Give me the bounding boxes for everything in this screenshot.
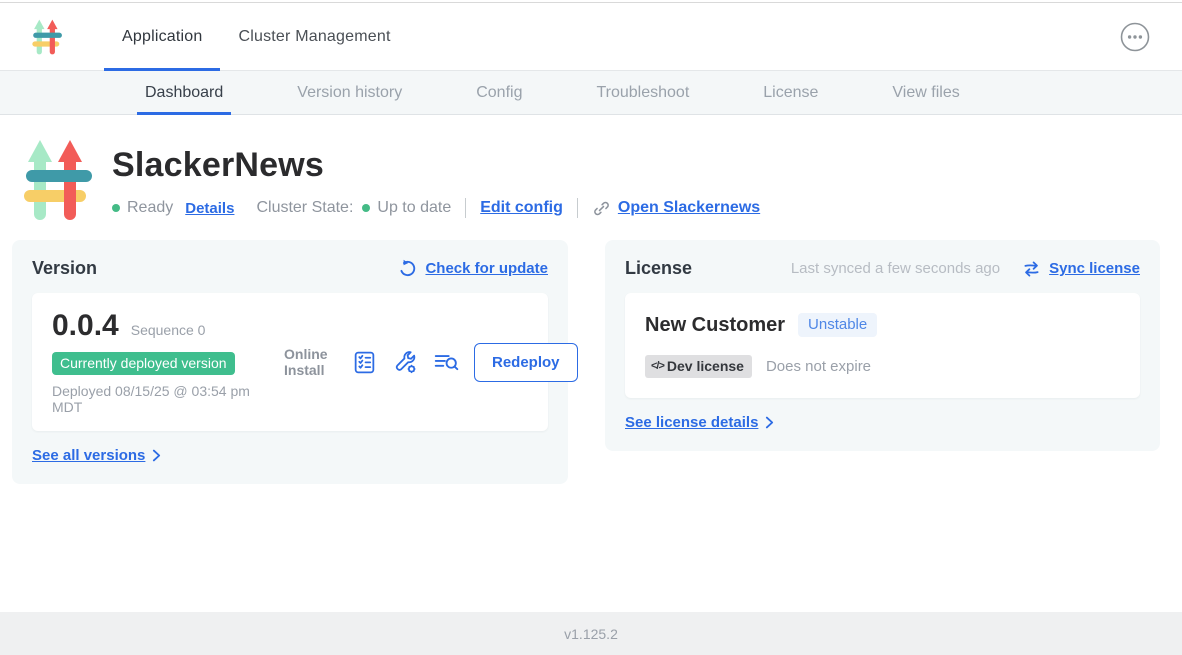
license-expiry-text: Does not expire <box>766 358 871 375</box>
deployed-timestamp: Deployed 08/15/25 @ 03:54 pm MDT <box>52 383 252 415</box>
sync-license-link[interactable]: Sync license <box>1049 260 1140 277</box>
deploy-logs-icon[interactable] <box>433 349 459 375</box>
redeploy-button[interactable]: Redeploy <box>474 343 578 382</box>
subnav-tab-config-label: Config <box>476 84 522 102</box>
refresh-icon <box>398 259 417 278</box>
app-logo-small-icon <box>30 17 66 57</box>
see-license-details-link[interactable]: See license details <box>625 414 1140 431</box>
app-status-dot-icon <box>112 204 120 212</box>
app-status-text: Ready <box>127 199 173 217</box>
edit-config-link[interactable]: Edit config <box>480 199 563 217</box>
subnav-tab-version-history[interactable]: Version history <box>289 71 410 114</box>
see-license-details-label: See license details <box>625 414 758 431</box>
code-icon: </> <box>651 360 664 372</box>
deployed-badge: Currently deployed version <box>52 352 235 375</box>
main-tabs: Application Cluster Management <box>104 3 409 70</box>
status-details-link[interactable]: Details <box>185 200 234 217</box>
channel-badge: Unstable <box>798 313 877 337</box>
divider <box>577 198 578 218</box>
subnav-tab-troubleshoot-label: Troubleshoot <box>596 84 689 102</box>
version-card-title: Version <box>32 258 97 279</box>
config-wrench-icon[interactable] <box>392 349 418 375</box>
app-logo-icon <box>20 134 100 226</box>
tab-cluster-management-label: Cluster Management <box>238 28 390 46</box>
sync-arrows-icon <box>1022 261 1041 277</box>
version-card: Version Check for update 0.0.4 <box>12 240 568 484</box>
cluster-state-value: Up to date <box>377 199 451 217</box>
footer: v1.125.2 <box>0 612 1182 655</box>
subnav-tab-troubleshoot[interactable]: Troubleshoot <box>588 71 697 114</box>
sub-nav: Dashboard Version history Config Trouble… <box>0 71 1182 115</box>
open-app-link-label: Open Slackernews <box>618 199 760 217</box>
tab-cluster-management[interactable]: Cluster Management <box>220 3 408 70</box>
divider <box>465 198 466 218</box>
subnav-tab-version-history-label: Version history <box>297 84 402 102</box>
tab-application-label: Application <box>122 28 202 46</box>
see-all-versions-link[interactable]: See all versions <box>32 447 548 464</box>
subnav-tab-dashboard[interactable]: Dashboard <box>137 71 231 114</box>
console-version: v1.125.2 <box>564 626 618 642</box>
see-all-versions-label: See all versions <box>32 447 145 464</box>
admin-console: Application Cluster Management Dashboard… <box>0 0 1182 655</box>
cluster-state-dot-icon <box>362 204 370 212</box>
customer-name: New Customer <box>645 314 785 337</box>
top-nav: Application Cluster Management <box>0 3 1182 71</box>
subnav-tab-view-files-label: View files <box>892 84 959 102</box>
preflight-checks-icon[interactable] <box>351 349 377 375</box>
license-panel: New Customer Unstable </> Dev license Do… <box>625 293 1140 398</box>
page-title: SlackerNews <box>112 146 760 185</box>
cluster-state-label: Cluster State: <box>256 199 353 217</box>
link-icon <box>592 199 611 218</box>
license-type-badge: </> Dev license <box>645 355 752 378</box>
dashboard-cards: Version Check for update 0.0.4 <box>12 240 1160 484</box>
check-for-update-label: Check for update <box>425 260 548 277</box>
subnav-tab-config[interactable]: Config <box>468 71 530 114</box>
version-number: 0.0.4 <box>52 309 119 343</box>
app-status-row: Ready Details Cluster State: Up to date … <box>112 198 760 218</box>
app-header: SlackerNews Ready Details Cluster State:… <box>0 115 1182 226</box>
tab-application[interactable]: Application <box>104 3 220 70</box>
install-type-label: Online Install <box>284 346 336 378</box>
license-type-label: Dev license <box>667 358 744 374</box>
open-app-link[interactable]: Open Slackernews <box>592 199 760 218</box>
chevron-right-icon <box>765 416 774 429</box>
current-version-panel: 0.0.4 Sequence 0 Currently deployed vers… <box>32 293 548 431</box>
license-card-title: License <box>625 258 692 279</box>
overflow-menu-icon[interactable] <box>1120 22 1150 52</box>
subnav-tab-license[interactable]: License <box>755 71 826 114</box>
check-for-update-link[interactable]: Check for update <box>398 259 548 278</box>
sequence-label: Sequence 0 <box>131 322 206 338</box>
license-card: License Last synced a few seconds ago Sy… <box>605 240 1160 451</box>
subnav-tab-license-label: License <box>763 84 818 102</box>
chevron-right-icon <box>152 449 161 462</box>
subnav-tab-view-files[interactable]: View files <box>884 71 967 114</box>
last-synced-text: Last synced a few seconds ago <box>791 260 1000 277</box>
subnav-tab-dashboard-label: Dashboard <box>145 84 223 102</box>
